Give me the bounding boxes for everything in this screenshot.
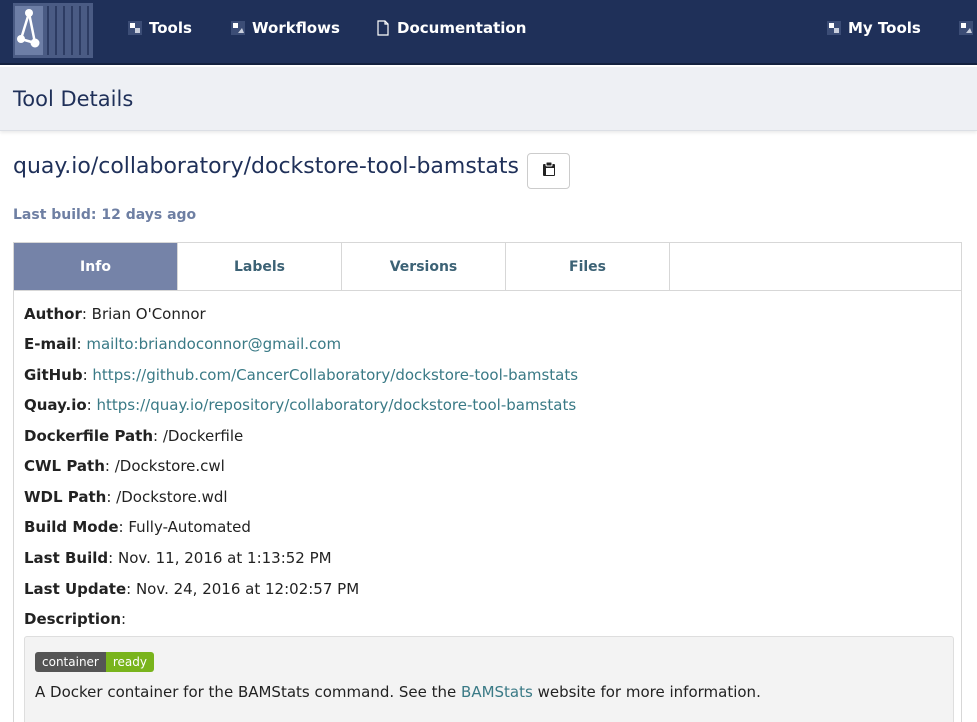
nav-workflows-label: Workflows [252,19,340,37]
wdl-label: WDL Path [24,488,107,506]
copy-path-button[interactable] [527,153,570,189]
email-row: E-mail: mailto:briandoconnor@gmail.com [24,335,342,353]
email-label: E-mail [24,335,77,353]
github-link[interactable]: https://github.com/CancerCollaboratory/d… [92,366,578,384]
nav-tools[interactable]: Tools [127,18,192,38]
nav-my-workflows[interactable] [958,18,977,38]
description-text-before: A Docker container for the BAMStats comm… [35,683,462,701]
author-label: Author [24,305,82,323]
page-title: Tool Details [13,87,134,111]
dockerfile-row: Dockerfile Path: /Dockerfile [24,427,244,445]
author-value: Brian O'Connor [91,305,206,323]
wdl-row: WDL Path: /Dockstore.wdl [24,488,228,506]
tool-tabs: Info Labels Versions Files [13,242,962,291]
build-mode-row: Build Mode: Fully-Automated [24,518,251,536]
last-update-row: Last Update: Nov. 24, 2016 at 12:02:57 P… [24,580,360,598]
github-row: GitHub: https://github.com/CancerCollabo… [24,366,579,384]
bamstats-link[interactable]: BAMStats [461,683,533,701]
last-update-label: Last Update [24,580,127,598]
cwl-label: CWL Path [24,457,105,475]
wdl-value: /Dockstore.wdl [116,488,228,506]
clipboard-icon [542,161,556,181]
description-text: A Docker container for the BAMStats comm… [35,683,761,701]
info-panel: Author: Brian O'Connor E-mail: mailto:br… [13,290,962,722]
cwl-row: CWL Path: /Dockstore.cwl [24,457,225,475]
cwl-value: /Dockstore.cwl [114,457,225,475]
last-build-row: Last Build: Nov. 11, 2016 at 1:13:52 PM [24,549,332,567]
nav-my-tools-label: My Tools [848,19,921,37]
description-label: Description [24,610,122,628]
description-text-after: website for more information. [532,683,761,701]
nav-documentation-label: Documentation [397,19,527,37]
nav-documentation[interactable]: Documentation [375,18,526,38]
quay-link[interactable]: https://quay.io/repository/collaboratory… [96,396,576,414]
description-box: container ready A Docker container for t… [24,636,954,722]
top-navbar: Tools Workflows Documentation My Tools [0,0,977,65]
last-build-value: Nov. 11, 2016 at 1:13:52 PM [117,549,332,567]
tab-info[interactable]: Info [14,243,178,290]
build-mode-value: Fully-Automated [128,518,251,536]
quay-label: Quay.io [24,396,87,414]
my-tools-icon [826,20,842,36]
tools-icon [127,20,143,36]
badge-label: container [35,652,106,672]
tab-labels[interactable]: Labels [178,243,342,290]
last-build-label: Last Build [24,549,109,567]
build-mode-label: Build Mode [24,518,119,536]
workflows-icon [230,20,246,36]
nav-workflows[interactable]: Workflows [230,18,340,38]
dockerfile-label: Dockerfile Path [24,427,154,445]
document-icon [375,20,391,36]
my-workflows-icon [958,20,974,36]
tab-versions[interactable]: Versions [342,243,506,290]
container-status-badge: container ready [35,652,154,672]
description-row: Description: [24,610,127,628]
github-label: GitHub [24,366,83,384]
badge-status: ready [105,652,154,672]
quay-row: Quay.io: https://quay.io/repository/coll… [24,396,577,414]
tab-files[interactable]: Files [506,243,670,290]
tool-path: quay.io/collaboratory/dockstore-tool-bam… [13,154,519,179]
nav-my-tools[interactable]: My Tools [826,18,921,38]
page-header: Tool Details [0,67,977,131]
nav-tools-label: Tools [149,19,192,37]
last-update-value: Nov. 24, 2016 at 12:02:57 PM [135,580,360,598]
dockerfile-value: /Dockerfile [162,427,244,445]
last-build-text: Last build: 12 days ago [13,207,197,223]
email-link[interactable]: mailto:briandoconnor@gmail.com [86,335,341,353]
dockstore-logo-icon[interactable] [13,3,93,58]
author-row: Author: Brian O'Connor [24,305,206,323]
